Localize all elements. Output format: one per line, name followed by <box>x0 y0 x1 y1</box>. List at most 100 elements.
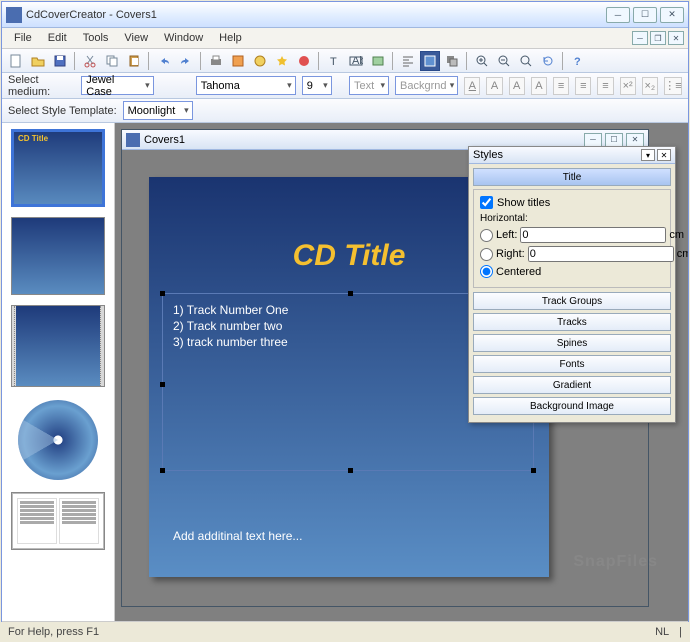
status-bar: For Help, press F1 NL| <box>2 621 688 642</box>
zoom-out-icon[interactable] <box>494 51 514 71</box>
medium-label: Select medium: <box>8 74 75 98</box>
close-button[interactable]: ✕ <box>660 7 684 23</box>
menu-file[interactable]: File <box>6 30 40 46</box>
section-gradient-button[interactable]: Gradient <box>473 376 671 394</box>
font-c-icon[interactable]: A <box>531 77 547 95</box>
style-panel: Styles ▾✕ Title Show titles Horizontal: … <box>468 146 676 423</box>
title-section: Show titles Horizontal: Left:cm Right:cm… <box>473 189 671 288</box>
font-size-select[interactable]: 9 <box>302 76 332 95</box>
thumb-back[interactable] <box>11 217 105 295</box>
favorite-icon[interactable] <box>272 51 292 71</box>
subscript-icon[interactable]: ×₂ <box>642 77 658 95</box>
right-input[interactable] <box>528 246 674 262</box>
status-lang: NL <box>655 626 669 638</box>
font-a-icon[interactable]: A <box>486 77 502 95</box>
mdi-area: Covers1 ─ ☐ ✕ CD Title 1) Track Number O… <box>115 123 688 621</box>
show-titles-label: Show titles <box>497 197 550 209</box>
arrange-icon[interactable] <box>442 51 462 71</box>
menu-help[interactable]: Help <box>211 30 250 46</box>
svg-text:T: T <box>330 56 337 68</box>
style-panel-titlebar[interactable]: Styles ▾✕ <box>469 147 675 164</box>
section-trackgroups-button[interactable]: Track Groups <box>473 292 671 310</box>
superscript-icon[interactable]: ×² <box>620 77 636 95</box>
thumb-title: CD Title <box>12 130 104 147</box>
titlebar[interactable]: CdCoverCreator - Covers1 ─ ☐ ✕ <box>2 2 688 28</box>
doc-close-button[interactable]: ✕ <box>626 133 644 147</box>
svg-text:Ab: Ab <box>352 55 363 67</box>
zoom-in-icon[interactable] <box>472 51 492 71</box>
style-dock-button[interactable]: ▾ <box>641 149 655 161</box>
save-icon[interactable] <box>50 51 70 71</box>
main-toolbar: T Ab ? <box>2 49 688 73</box>
print-icon[interactable] <box>206 51 226 71</box>
layer-icon[interactable] <box>420 51 440 71</box>
centered-label: Centered <box>496 266 541 278</box>
align-r-icon[interactable]: ≡ <box>597 77 613 95</box>
options-bar-2: Select Style Template: Moonlight <box>2 99 688 123</box>
thumb-disc[interactable] <box>11 397 105 482</box>
thumb-cover[interactable]: CD Title <box>11 129 105 207</box>
section-tracks-button[interactable]: Tracks <box>473 313 671 331</box>
thumb-inlay[interactable] <box>11 305 105 387</box>
right-radio[interactable] <box>480 248 493 261</box>
medium-select[interactable]: Jewel Case <box>81 76 153 95</box>
underline-icon[interactable]: A <box>464 77 480 95</box>
color-icon[interactable] <box>294 51 314 71</box>
app-icon <box>6 7 22 23</box>
left-label: Left: <box>496 229 517 241</box>
paste-icon[interactable] <box>124 51 144 71</box>
style-close-button[interactable]: ✕ <box>657 149 671 161</box>
menubar: File Edit Tools View Window Help ─ ❐ ✕ <box>2 28 688 49</box>
doc-maximize-button[interactable]: ☐ <box>605 133 623 147</box>
centered-radio[interactable] <box>480 265 493 278</box>
refresh-icon[interactable] <box>538 51 558 71</box>
style-panel-title: Styles <box>473 149 503 161</box>
align-l-icon[interactable]: ≡ <box>553 77 569 95</box>
style-template-select[interactable]: Moonlight <box>123 101 193 120</box>
section-spines-button[interactable]: Spines <box>473 334 671 352</box>
menu-window[interactable]: Window <box>156 30 211 46</box>
section-fonts-button[interactable]: Fonts <box>473 355 671 373</box>
menu-edit[interactable]: Edit <box>40 30 75 46</box>
right-label: Right: <box>496 248 525 260</box>
font-b-icon[interactable]: A <box>509 77 525 95</box>
menu-tools[interactable]: Tools <box>75 30 117 46</box>
thumb-booklet[interactable] <box>11 492 105 550</box>
unit-label: cm <box>677 248 688 260</box>
zoom-fit-icon[interactable] <box>516 51 536 71</box>
text-tool-icon[interactable]: T <box>324 51 344 71</box>
mdi-close-button[interactable]: ✕ <box>668 31 684 45</box>
unit-label: cm <box>669 229 684 241</box>
font-select[interactable]: Tahoma <box>196 76 296 95</box>
svg-text:?: ? <box>574 56 581 68</box>
image-icon[interactable] <box>368 51 388 71</box>
cut-icon[interactable] <box>80 51 100 71</box>
left-input[interactable] <box>520 227 666 243</box>
text-color-select[interactable]: Text <box>349 76 389 95</box>
bg-color-select[interactable]: Backgrnd <box>395 76 458 95</box>
tool-a-icon[interactable] <box>228 51 248 71</box>
additional-text[interactable]: Add additinal text here... <box>173 529 302 543</box>
undo-icon[interactable] <box>154 51 174 71</box>
align-c-icon[interactable]: ≡ <box>575 77 591 95</box>
minimize-button[interactable]: ─ <box>606 7 630 23</box>
help-icon[interactable]: ? <box>568 51 588 71</box>
copy-icon[interactable] <box>102 51 122 71</box>
textbox-icon[interactable]: Ab <box>346 51 366 71</box>
mdi-restore-button[interactable]: ❐ <box>650 31 666 45</box>
redo-icon[interactable] <box>176 51 196 71</box>
show-titles-checkbox[interactable] <box>480 196 493 209</box>
maximize-button[interactable]: ☐ <box>633 7 657 23</box>
section-title-button[interactable]: Title <box>473 168 671 186</box>
new-icon[interactable] <box>6 51 26 71</box>
section-bgimage-button[interactable]: Background Image <box>473 397 671 415</box>
left-radio[interactable] <box>480 229 493 242</box>
doc-icon <box>126 133 140 147</box>
menu-view[interactable]: View <box>116 30 156 46</box>
mdi-minimize-button[interactable]: ─ <box>632 31 648 45</box>
doc-minimize-button[interactable]: ─ <box>584 133 602 147</box>
bullets-icon[interactable]: ⋮≡ <box>664 77 682 95</box>
open-icon[interactable] <box>28 51 48 71</box>
tool-b-icon[interactable] <box>250 51 270 71</box>
align-left-icon[interactable] <box>398 51 418 71</box>
